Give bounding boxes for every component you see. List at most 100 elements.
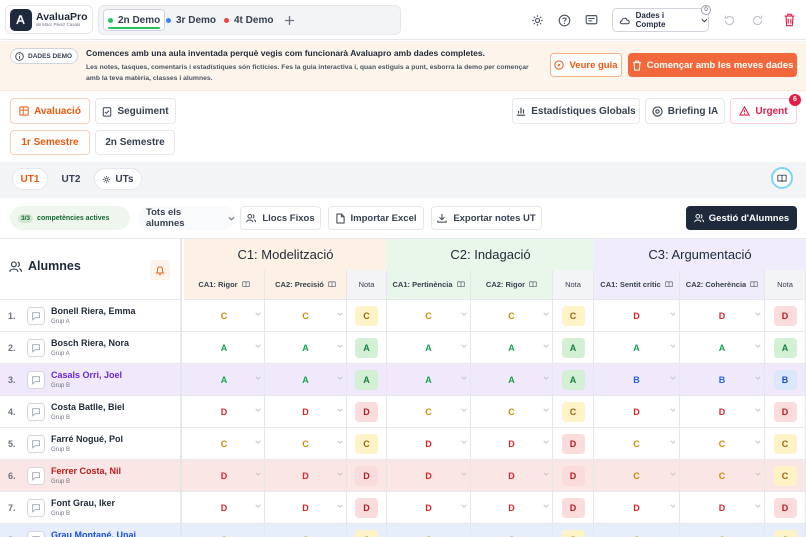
ai-briefing-button[interactable]: Briefing IA [645,98,725,124]
grade-select[interactable]: A [265,332,347,363]
grade-select[interactable]: C [387,524,471,537]
export-notes-button[interactable]: Exportar notes UT [431,206,542,230]
comment-icon[interactable] [27,371,45,389]
grade-select[interactable]: C [594,460,680,491]
grade-select[interactable]: B [680,364,765,395]
student-name[interactable]: Bonell Riera, Emma [51,306,136,316]
book-view-button[interactable] [771,167,793,189]
student-name[interactable]: Grau Montané, Unai [51,530,136,537]
comment-icon[interactable] [27,531,45,537]
student-row[interactable]: 7. Font Grau, Iker Grup B D D D D D D D D D [0,492,806,524]
grade-select[interactable]: C [471,300,553,331]
comment-icon[interactable] [27,499,45,517]
grade-select[interactable]: C [265,524,347,537]
student-cell[interactable]: 6. Ferrer Costa, Nil Grup B [0,460,182,491]
grade-select[interactable]: A [184,332,265,363]
comment-icon[interactable] [27,435,45,453]
tab-avaluacio[interactable]: Avaluació [10,98,90,124]
student-row[interactable]: 4. Costa Batlle, Biel Grup B D D D C C C D D D [0,396,806,428]
grade-select[interactable]: C [680,524,765,537]
grade-select[interactable]: D [680,492,765,523]
grade-select[interactable]: D [471,428,553,459]
student-filter-select[interactable]: Tots els alumnes [138,206,235,230]
comment-icon[interactable] [27,403,45,421]
grade-select[interactable]: D [471,460,553,491]
student-row[interactable]: 5. Farré Nogué, Pol Grup B C C C D D D C C C [0,428,806,460]
grade-select[interactable]: D [184,460,265,491]
alert-bell-button[interactable] [150,260,170,280]
view-guide-button[interactable]: Veure guia [550,53,622,77]
competencies-toggle[interactable]: 3/3 competències actives [10,206,130,230]
grade-select[interactable]: D [387,428,471,459]
grade-select[interactable]: A [471,332,553,363]
grade-select[interactable]: C [387,396,471,427]
student-name[interactable]: Costa Batlle, Biel [51,402,125,412]
grade-select[interactable]: D [594,492,680,523]
app-logo[interactable]: AvaluaPro de Marc Pérez Casals [5,5,93,34]
grade-select[interactable]: D [265,460,347,491]
tab-ut2[interactable]: UT2 [53,168,89,190]
comment-icon[interactable] [27,307,45,325]
student-name[interactable]: Casals Orri, Joel [51,370,122,380]
sub-criterion-header[interactable]: CA1: Pertinència [387,270,471,300]
grade-select[interactable]: C [471,396,553,427]
grade-select[interactable]: A [594,332,680,363]
messages-icon[interactable] [583,12,599,28]
grade-select[interactable]: D [387,460,471,491]
settings-gear-icon[interactable] [529,12,545,28]
student-row[interactable]: 3. Casals Orri, Joel Grup B A A A A A A B B B [0,364,806,396]
book-icon[interactable] [241,281,250,288]
tab-3r-demo[interactable]: 3r Demo [166,9,216,31]
tab-2n-demo[interactable]: 2n Demo [103,9,166,31]
tab-ut1[interactable]: UT1 [12,168,48,190]
grade-select[interactable]: C [265,428,347,459]
book-icon[interactable] [328,281,336,288]
grade-select[interactable]: A [265,364,347,395]
book-icon[interactable] [664,281,673,288]
comment-icon[interactable] [27,339,45,357]
grade-select[interactable]: A [471,364,553,395]
grade-select[interactable]: D [594,300,680,331]
student-row[interactable]: 8.Grau Montané, UnaiGrup ACCCCCCCCC [0,524,806,537]
tab-semester-2[interactable]: 2n Semestre [95,130,175,155]
fixed-seats-button[interactable]: Llocs Fixos [240,206,321,230]
grade-select[interactable]: A [387,364,471,395]
sub-criterion-header[interactable]: CA1: Sentit crític [594,270,680,300]
sub-criterion-header[interactable]: CA1: Rigor [184,270,265,300]
tab-semester-1[interactable]: 1r Semestre [10,130,90,155]
sub-criterion-header[interactable]: CA2: Precisió [265,270,347,300]
grade-select[interactable]: C [680,460,765,491]
grade-select[interactable]: D [471,492,553,523]
global-stats-button[interactable]: Estadístiques Globals [512,98,640,124]
start-own-data-button[interactable]: Començar amb les meves dades [628,53,797,77]
tab-all-uts[interactable]: UTs [94,168,142,190]
student-name[interactable]: Font Grau, Iker [51,498,115,508]
grade-select[interactable]: C [184,524,265,537]
grade-select[interactable]: C [184,300,265,331]
student-cell[interactable]: 5. Farré Nogué, Pol Grup B [0,428,182,459]
grade-select[interactable]: D [265,492,347,523]
manage-students-button[interactable]: Gestió d'Alumnes [686,206,797,230]
student-cell[interactable]: 2. Bosch Riera, Nora Grup A [0,332,182,363]
grade-select[interactable]: D [680,300,765,331]
tab-seguiment[interactable]: Seguiment [95,98,176,124]
urgent-button[interactable]: Urgent [730,98,797,124]
student-row[interactable]: 1. Bonell Riera, Emma Grup A C C C C C C D D D [0,300,806,332]
redo-icon[interactable] [749,12,765,28]
student-cell[interactable]: 1. Bonell Riera, Emma Grup A [0,300,182,331]
grade-select[interactable]: C [680,428,765,459]
student-row[interactable]: 6. Ferrer Costa, Nil Grup B D D D D D D C C C [0,460,806,492]
student-name[interactable]: Ferrer Costa, Nil [51,466,121,476]
add-tab-button[interactable] [284,9,295,31]
grade-select[interactable]: D [184,396,265,427]
import-excel-button[interactable]: Importar Excel [328,206,424,230]
student-cell[interactable]: 4. Costa Batlle, Biel Grup B [0,396,182,427]
grade-select[interactable]: C [184,428,265,459]
grade-select[interactable]: D [387,492,471,523]
grade-select[interactable]: D [184,492,265,523]
undo-icon[interactable] [721,12,737,28]
student-name[interactable]: Bosch Riera, Nora [51,338,129,348]
student-name[interactable]: Farré Nogué, Pol [51,434,123,444]
grade-select[interactable]: C [594,524,680,537]
grade-select[interactable]: C [471,524,553,537]
